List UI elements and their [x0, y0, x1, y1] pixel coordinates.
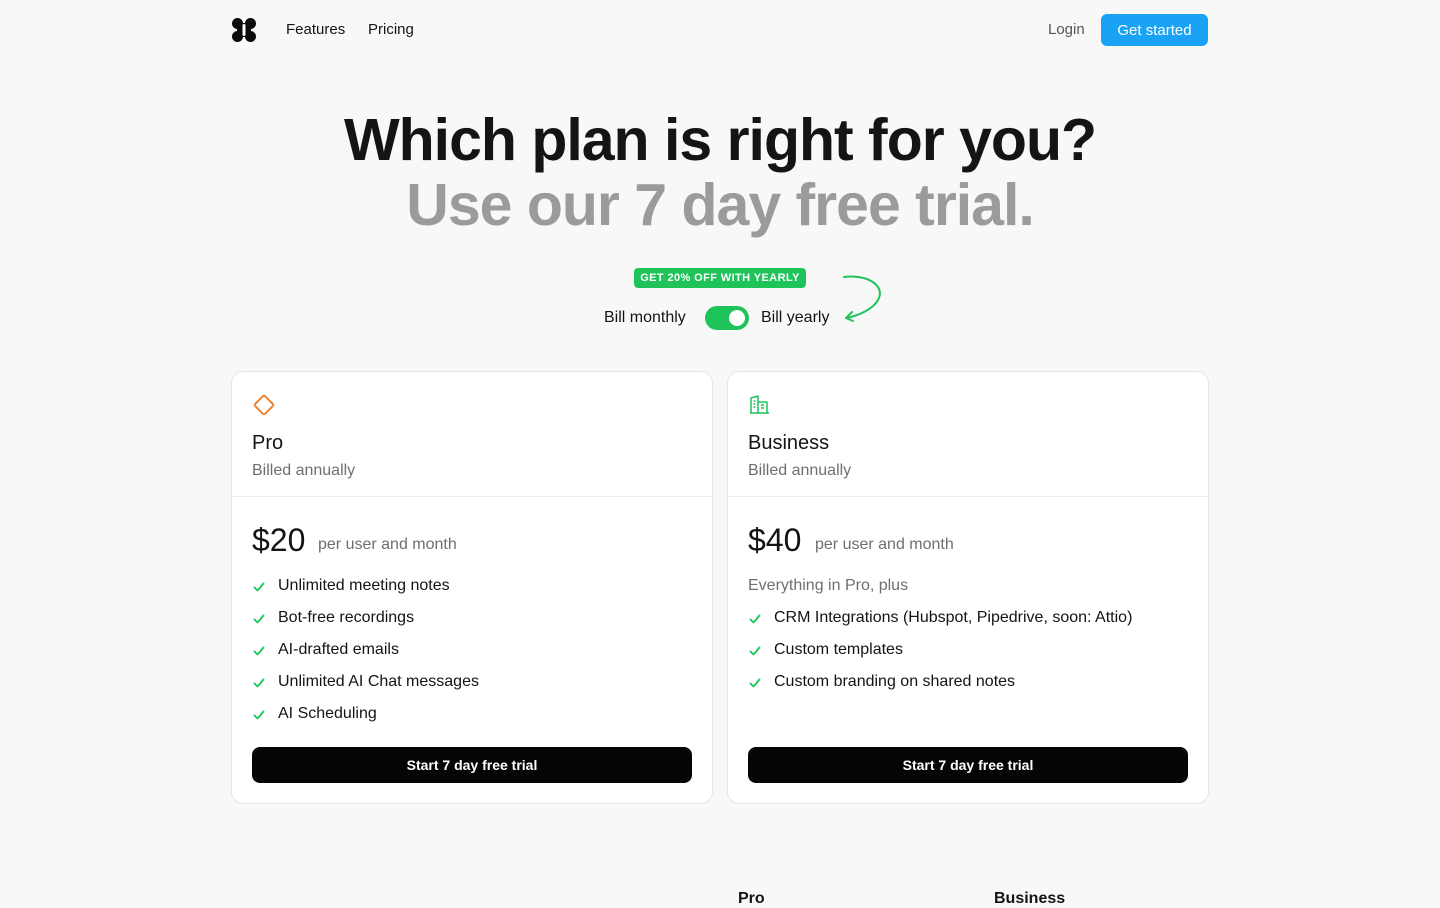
plan-card-business: Business Billed annually $40 per user an… [727, 371, 1209, 804]
plan-name: Pro [252, 432, 284, 454]
plan-price-unit: per user and month [815, 536, 954, 553]
nav-link-pricing[interactable]: Pricing [368, 21, 414, 38]
get-started-button[interactable]: Get started [1101, 14, 1208, 46]
plan-name: Business [748, 432, 830, 454]
page-subtitle: Use our 7 day free trial. [406, 172, 1035, 238]
top-nav: Features Pricing Login Get started [0, 0, 1440, 60]
comparison-header-business: Business [994, 890, 1066, 907]
check-icon [749, 678, 761, 688]
feature-text: CRM Integrations (Hubspot, Pipedrive, so… [774, 609, 1133, 626]
feature-text: Bot-free recordings [278, 609, 415, 626]
plan-price-unit: per user and month [318, 536, 457, 553]
login-link[interactable]: Login [1048, 21, 1085, 38]
check-icon [253, 710, 265, 720]
plan-intro: Everything in Pro, plus [748, 577, 909, 594]
feature-item: AI Scheduling [252, 705, 479, 737]
start-trial-button-business[interactable]: Start 7 day free trial [748, 747, 1188, 783]
feature-list: CRM Integrations (Hubspot, Pipedrive, so… [748, 609, 1132, 705]
plan-card-pro: Pro Billed annually $20 per user and mon… [231, 371, 713, 804]
check-icon [749, 614, 761, 624]
feature-text: Custom templates [774, 641, 903, 658]
comparison-header-pro: Pro [738, 890, 765, 907]
feature-item: Unlimited meeting notes [252, 577, 479, 609]
plan-card-header: Business Billed annually [728, 372, 1208, 497]
check-icon [253, 582, 265, 592]
buildings-icon [750, 395, 769, 414]
feature-text: AI-drafted emails [278, 641, 399, 658]
logo-icon[interactable] [231, 17, 257, 43]
feature-text: AI Scheduling [278, 705, 377, 722]
check-icon [253, 614, 265, 624]
curved-arrow-icon [843, 275, 881, 322]
feature-item: Bot-free recordings [252, 609, 479, 641]
check-icon [749, 646, 761, 656]
feature-item: AI-drafted emails [252, 641, 479, 673]
plan-price: $20 [252, 522, 306, 558]
diamond-icon [253, 394, 275, 416]
feature-list: Unlimited meeting notes Bot-free recordi… [252, 577, 479, 737]
feature-text: Unlimited AI Chat messages [278, 673, 479, 690]
feature-item: CRM Integrations (Hubspot, Pipedrive, so… [748, 609, 1132, 641]
feature-text: Custom branding on shared notes [774, 673, 1016, 690]
bill-yearly-label[interactable]: Bill yearly [761, 309, 829, 327]
check-icon [253, 678, 265, 688]
feature-item: Unlimited AI Chat messages [252, 673, 479, 705]
start-trial-button-pro[interactable]: Start 7 day free trial [252, 747, 692, 783]
feature-text: Unlimited meeting notes [278, 577, 450, 594]
plan-card-header: Pro Billed annually [232, 372, 712, 497]
feature-item: Custom branding on shared notes [748, 673, 1132, 705]
check-icon [253, 646, 265, 656]
plan-price: $40 [748, 522, 802, 558]
page-title: Which plan is right for you? [343, 107, 1097, 173]
bill-monthly-label[interactable]: Bill monthly [604, 309, 686, 327]
plan-billing-period: Billed annually [748, 462, 852, 479]
billing-toggle[interactable] [705, 306, 749, 330]
plan-billing-period: Billed annually [252, 462, 356, 479]
nav-link-features[interactable]: Features [286, 21, 345, 38]
yearly-discount-badge: GET 20% OFF WITH YEARLY [634, 268, 806, 288]
feature-item: Custom templates [748, 641, 1132, 673]
toggle-knob [729, 310, 745, 326]
